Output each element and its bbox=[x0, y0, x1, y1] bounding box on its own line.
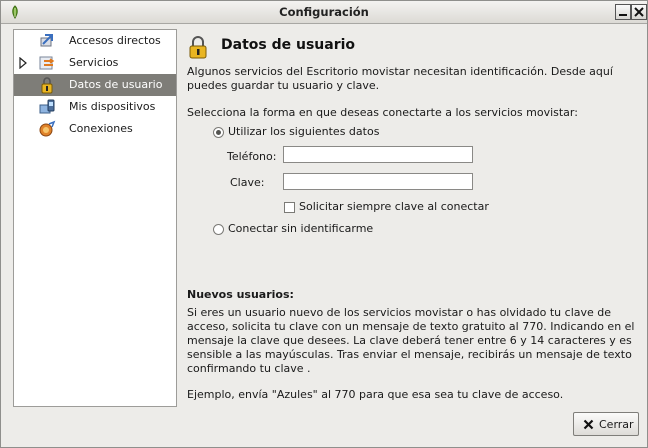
lock-icon bbox=[189, 36, 207, 59]
close-window-button[interactable] bbox=[631, 4, 647, 20]
connection-prompt: Selecciona la forma en que deseas conect… bbox=[187, 106, 578, 119]
use-data-radio[interactable] bbox=[213, 127, 224, 138]
sidebar-item-mis-dispositivos[interactable]: Mis dispositivos bbox=[14, 96, 176, 118]
new-users-text: Si eres un usuario nuevo de los servicio… bbox=[187, 306, 635, 375]
sidebar-item-label: Datos de usuario bbox=[69, 78, 163, 91]
user-data-icon bbox=[41, 77, 53, 94]
shortcuts-icon bbox=[40, 34, 53, 47]
close-icon bbox=[583, 419, 594, 430]
minimize-button[interactable] bbox=[615, 4, 631, 20]
sidebar: Accesos directos Servicios Datos de usua… bbox=[13, 29, 177, 407]
close-button-label: Cerrar bbox=[599, 418, 634, 431]
example-text: Ejemplo, envía "Azules" al 770 para que … bbox=[187, 388, 564, 401]
password-label: Clave: bbox=[230, 176, 265, 189]
always-ask-checkbox[interactable] bbox=[284, 202, 295, 213]
devices-icon bbox=[39, 99, 55, 114]
always-ask-label[interactable]: Solicitar siempre clave al conectar bbox=[299, 200, 489, 213]
password-field[interactable] bbox=[283, 173, 473, 190]
close-button[interactable]: Cerrar bbox=[573, 412, 639, 436]
sidebar-item-label: Servicios bbox=[69, 56, 119, 69]
sidebar-item-label: Mis dispositivos bbox=[69, 100, 156, 113]
window-title: Configuración bbox=[279, 5, 369, 19]
sidebar-item-label: Conexiones bbox=[69, 122, 133, 135]
sidebar-item-accesos-directos[interactable]: Accesos directos bbox=[14, 30, 176, 52]
new-users-title: Nuevos usuarios: bbox=[187, 288, 294, 301]
use-data-label[interactable]: Utilizar los siguientes datos bbox=[228, 125, 379, 138]
sidebar-item-servicios[interactable]: Servicios bbox=[14, 52, 176, 74]
no-id-radio[interactable] bbox=[213, 224, 224, 235]
expander-arrow-icon[interactable] bbox=[18, 57, 28, 69]
intro-text: Algunos servicios del Escritorio movista… bbox=[187, 65, 613, 92]
sidebar-item-datos-de-usuario[interactable]: Datos de usuario bbox=[14, 74, 176, 96]
phone-field[interactable] bbox=[283, 146, 473, 163]
connections-icon bbox=[39, 120, 56, 137]
sidebar-item-conexiones[interactable]: Conexiones bbox=[14, 118, 176, 140]
title-bar[interactable]: Configuración bbox=[1, 1, 647, 24]
sidebar-item-label: Accesos directos bbox=[69, 34, 161, 47]
config-window: Configuración Accesos directos Servicios… bbox=[0, 0, 648, 448]
services-icon bbox=[39, 56, 55, 70]
page-title: Datos de usuario bbox=[221, 37, 356, 53]
phone-label: Teléfono: bbox=[227, 150, 277, 163]
minimize-icon bbox=[619, 14, 627, 16]
no-id-label[interactable]: Conectar sin identificarme bbox=[228, 222, 373, 235]
close-icon bbox=[634, 7, 644, 17]
